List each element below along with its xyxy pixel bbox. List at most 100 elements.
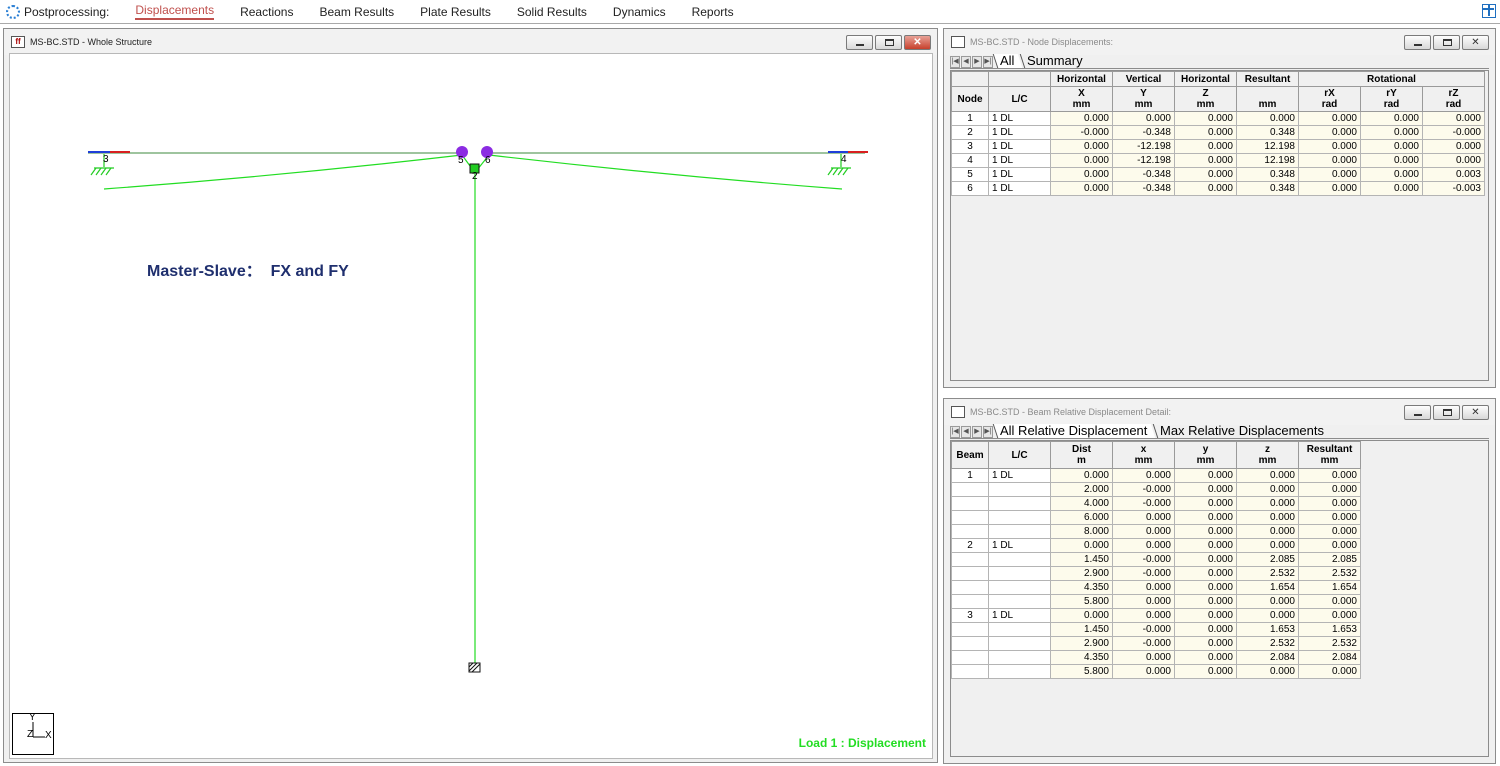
table-cell[interactable]: 1 DL <box>988 468 1051 483</box>
table-cell[interactable] <box>988 552 1051 567</box>
table-cell[interactable]: 1 DL <box>988 139 1051 154</box>
table-cell[interactable] <box>988 496 1051 511</box>
table-cell[interactable]: 12.198 <box>1236 153 1299 168</box>
table-cell[interactable]: 0.000 <box>1112 594 1175 609</box>
node-displacements-grid[interactable]: Horizontal Vertical Horizontal Resultant… <box>950 70 1489 381</box>
table-cell[interactable]: 1.653 <box>1236 622 1299 637</box>
table-cell[interactable]: -0.000 <box>1112 552 1175 567</box>
table-cell[interactable]: -0.000 <box>1112 566 1175 581</box>
table-cell[interactable]: -0.348 <box>1112 125 1175 140</box>
table-cell[interactable]: 0.000 <box>1298 468 1361 483</box>
table-cell[interactable]: 0.000 <box>1112 111 1175 126</box>
first-tab-icon[interactable]: |◀ <box>950 56 960 68</box>
table-cell[interactable] <box>988 622 1051 637</box>
table-cell[interactable]: 0.000 <box>1298 181 1361 196</box>
table-row[interactable]: 8.000 0.000 0.000 0.000 0.000 <box>951 524 1361 539</box>
table-cell[interactable]: 1.654 <box>1236 580 1299 595</box>
column-header[interactable]: z mm <box>1236 441 1299 469</box>
table-cell[interactable]: 5 <box>951 167 989 182</box>
table-row[interactable]: 5.800 0.000 0.000 0.000 0.000 <box>951 594 1361 609</box>
table-cell[interactable]: 2 <box>951 125 989 140</box>
table-cell[interactable]: 0.000 <box>1174 125 1237 140</box>
table-cell[interactable] <box>951 594 989 609</box>
table-cell[interactable]: -12.198 <box>1112 153 1175 168</box>
table-cell[interactable] <box>951 510 989 525</box>
table-cell[interactable]: 12.198 <box>1236 139 1299 154</box>
table-cell[interactable]: 0.000 <box>1236 510 1299 525</box>
table-cell[interactable]: 0.000 <box>1422 139 1485 154</box>
table-cell[interactable]: 1 DL <box>988 538 1051 553</box>
table-cell[interactable]: 0.000 <box>1174 139 1237 154</box>
column-header[interactable]: rY rad <box>1360 86 1423 112</box>
table-row[interactable]: 31 DL 0.000 -12.198 0.000 12.198 0.000 0.000 0.… <box>951 139 1485 154</box>
whole-structure-titlebar[interactable]: ff MS-BC.STD - Whole Structure ✕ <box>4 29 937 55</box>
table-cell[interactable]: 0.000 <box>1112 664 1175 679</box>
table-cell[interactable]: 4 <box>951 153 989 168</box>
table-cell[interactable]: 0.348 <box>1236 125 1299 140</box>
table-cell[interactable]: 2.084 <box>1298 650 1361 665</box>
table-cell[interactable]: 0.000 <box>1174 580 1237 595</box>
table-cell[interactable]: 0.000 <box>1174 552 1237 567</box>
table-cell[interactable]: 0.000 <box>1174 608 1237 623</box>
table-cell[interactable]: 2.085 <box>1298 552 1361 567</box>
table-cell[interactable]: 0.000 <box>1112 580 1175 595</box>
table-cell[interactable]: 0.000 <box>1050 139 1113 154</box>
table-cell[interactable]: 0.000 <box>1360 111 1423 126</box>
table-cell[interactable]: 2.532 <box>1298 636 1361 651</box>
table-cell[interactable]: 0.000 <box>1050 468 1113 483</box>
structure-viewport[interactable]: 3 4 5 6 2 Master-Slave： FX and FY Load 1… <box>9 53 933 759</box>
menu-reactions[interactable]: Reactions <box>240 5 293 19</box>
table-cell[interactable]: 0.000 <box>1360 125 1423 140</box>
table-cell[interactable]: 2.532 <box>1236 636 1299 651</box>
table-cell[interactable]: 0.000 <box>1050 167 1113 182</box>
table-cell[interactable]: 1.450 <box>1050 622 1113 637</box>
table-row[interactable]: 2.900 -0.000 0.000 2.532 2.532 <box>951 636 1361 651</box>
next-tab-icon[interactable]: ▶ <box>972 426 982 438</box>
next-tab-icon[interactable]: ▶ <box>972 56 982 68</box>
table-cell[interactable]: 0.000 <box>1298 524 1361 539</box>
table-cell[interactable]: 0.000 <box>1236 664 1299 679</box>
table-cell[interactable] <box>988 664 1051 679</box>
table-cell[interactable]: 4.350 <box>1050 650 1113 665</box>
close-button[interactable]: ✕ <box>904 35 931 50</box>
table-cell[interactable]: 1 DL <box>988 111 1051 126</box>
table-cell[interactable]: -0.003 <box>1422 181 1485 196</box>
column-header[interactable]: Dist m <box>1050 441 1113 469</box>
tab-all[interactable]: All <box>992 53 1023 68</box>
beam-maximize-button[interactable] <box>1433 405 1460 420</box>
window-layout-icon[interactable] <box>1482 4 1496 18</box>
node-close-button[interactable]: ✕ <box>1462 35 1489 50</box>
table-cell[interactable]: 0.000 <box>1050 608 1113 623</box>
table-cell[interactable] <box>988 524 1051 539</box>
beam-minimize-button[interactable] <box>1404 405 1431 420</box>
column-header[interactable]: Beam <box>951 441 989 469</box>
table-cell[interactable]: 0.000 <box>1298 482 1361 497</box>
table-cell[interactable]: 1.653 <box>1298 622 1361 637</box>
table-cell[interactable]: 2.532 <box>1236 566 1299 581</box>
table-row[interactable]: 21 DL -0.000 -0.348 0.000 0.348 0.000 0.000 -0.… <box>951 125 1485 140</box>
table-cell[interactable]: 0.000 <box>1174 468 1237 483</box>
table-cell[interactable]: 6 <box>951 181 989 196</box>
menu-reports[interactable]: Reports <box>692 5 734 19</box>
table-cell[interactable]: 0.000 <box>1174 111 1237 126</box>
first-tab-icon[interactable]: |◀ <box>950 426 960 438</box>
table-cell[interactable]: 0.000 <box>1236 111 1299 126</box>
table-cell[interactable]: 0.000 <box>1050 181 1113 196</box>
table-cell[interactable]: 0.000 <box>1112 468 1175 483</box>
table-cell[interactable]: 1.450 <box>1050 552 1113 567</box>
last-tab-icon[interactable]: ▶| <box>983 426 993 438</box>
table-cell[interactable]: 0.000 <box>1422 111 1485 126</box>
table-cell[interactable]: 0.000 <box>1298 608 1361 623</box>
tab-summary[interactable]: Summary <box>1020 53 1092 68</box>
table-cell[interactable] <box>951 664 989 679</box>
column-header[interactable]: L/C <box>988 441 1051 469</box>
table-cell[interactable]: 0.000 <box>1360 139 1423 154</box>
table-cell[interactable]: 0.000 <box>1298 664 1361 679</box>
table-cell[interactable]: 0.000 <box>1174 167 1237 182</box>
beam-displacement-grid[interactable]: Beam L/C Dist m x mm y mm z mm Resultant mm 11 DL 0.… <box>950 440 1489 757</box>
table-cell[interactable] <box>951 482 989 497</box>
table-cell[interactable]: 0.000 <box>1298 538 1361 553</box>
tab-all-relative-displacement[interactable]: All Relative Displacement <box>992 423 1156 438</box>
table-row[interactable]: 4.350 0.000 0.000 2.084 2.084 <box>951 650 1361 665</box>
table-cell[interactable]: 0.000 <box>1360 167 1423 182</box>
